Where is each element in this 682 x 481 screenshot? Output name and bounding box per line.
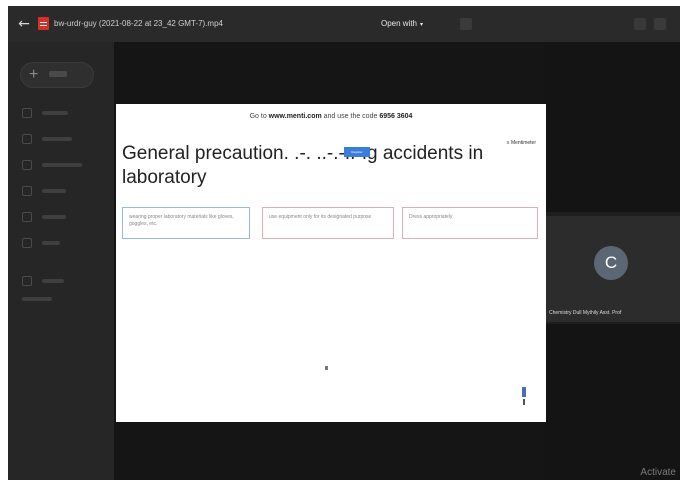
join-prefix: Go to <box>249 113 269 120</box>
sidebar-item[interactable] <box>22 184 102 198</box>
sidebar-item[interactable] <box>22 132 102 146</box>
sidebar: + <box>8 42 114 480</box>
clock-icon <box>22 186 32 196</box>
indicator-bar <box>522 387 526 397</box>
sidebar-item[interactable] <box>22 274 102 288</box>
indicator-bar <box>523 399 525 405</box>
star-icon <box>22 212 32 222</box>
computer-icon <box>22 134 32 144</box>
mentimeter-logo: ≡ Mentimeter <box>506 140 536 146</box>
trash-icon <box>22 238 32 248</box>
storage-label <box>22 297 52 301</box>
new-button-label <box>49 71 67 77</box>
sidebar-item[interactable] <box>22 106 102 120</box>
shared-icon <box>22 160 32 170</box>
join-site: www.menti.com <box>268 113 322 120</box>
avatar: C <box>594 246 628 280</box>
sidebar-item-label <box>42 111 68 115</box>
storage-info <box>22 292 102 306</box>
more-icon[interactable] <box>654 18 666 30</box>
sidebar-item[interactable] <box>22 210 102 224</box>
slide-title: General precaution. .-. ..-.-..-.g accid… <box>122 143 484 188</box>
presenter-indicator-icon <box>522 387 526 405</box>
title-overlay-badge: Register <box>344 147 370 157</box>
sidebar-item-label <box>42 163 82 167</box>
sidebar-item[interactable] <box>22 158 102 172</box>
participant-name: Chemistry Dull Mythily Asst. Prof <box>549 310 622 316</box>
mouse-cursor <box>325 366 328 370</box>
participant-panel-top <box>544 42 680 212</box>
response-card: use equipment only for its designated pu… <box>262 207 394 239</box>
sidebar-item-label <box>42 241 60 245</box>
response-card: wearing proper laboratory materials like… <box>122 207 250 239</box>
top-bar: ← bw-urdr-guy (2021-08-22 at 23_42 GMT-7… <box>8 6 680 42</box>
open-with-button[interactable]: Open with ▾ <box>372 15 432 33</box>
plus-icon: + <box>29 66 39 83</box>
sidebar-item[interactable] <box>22 236 102 250</box>
new-button[interactable]: + <box>20 62 94 88</box>
activate-watermark: Activate <box>640 467 676 478</box>
join-instructions: Go to www.menti.com and use the code 695… <box>116 110 546 124</box>
response-card: Dress appropriately <box>402 207 538 239</box>
toolbar-icon[interactable] <box>460 18 472 30</box>
video-file-icon <box>38 17 49 30</box>
join-code: 6956 3604 <box>379 113 413 120</box>
open-with-label: Open with <box>380 19 417 28</box>
cloud-icon <box>22 276 32 286</box>
chevron-down-icon: ▾ <box>420 22 424 28</box>
presentation-slide: Go to www.menti.com and use the code 695… <box>116 104 546 422</box>
sidebar-item-label <box>42 189 66 193</box>
file-name: bw-urdr-guy (2021-08-22 at 23_42 GMT-7).… <box>54 19 223 28</box>
sidebar-item-label <box>42 137 72 141</box>
sidebar-item-label <box>42 279 64 283</box>
participant-tile: C Chemistry Dull Mythily Asst. Prof <box>544 216 680 322</box>
drive-icon <box>22 108 32 118</box>
sidebar-item-label <box>42 215 66 219</box>
print-icon[interactable] <box>634 18 646 30</box>
back-arrow-icon[interactable]: ← <box>16 16 32 32</box>
join-middle: and use the code <box>321 113 380 120</box>
participant-panel-bottom <box>544 324 680 480</box>
